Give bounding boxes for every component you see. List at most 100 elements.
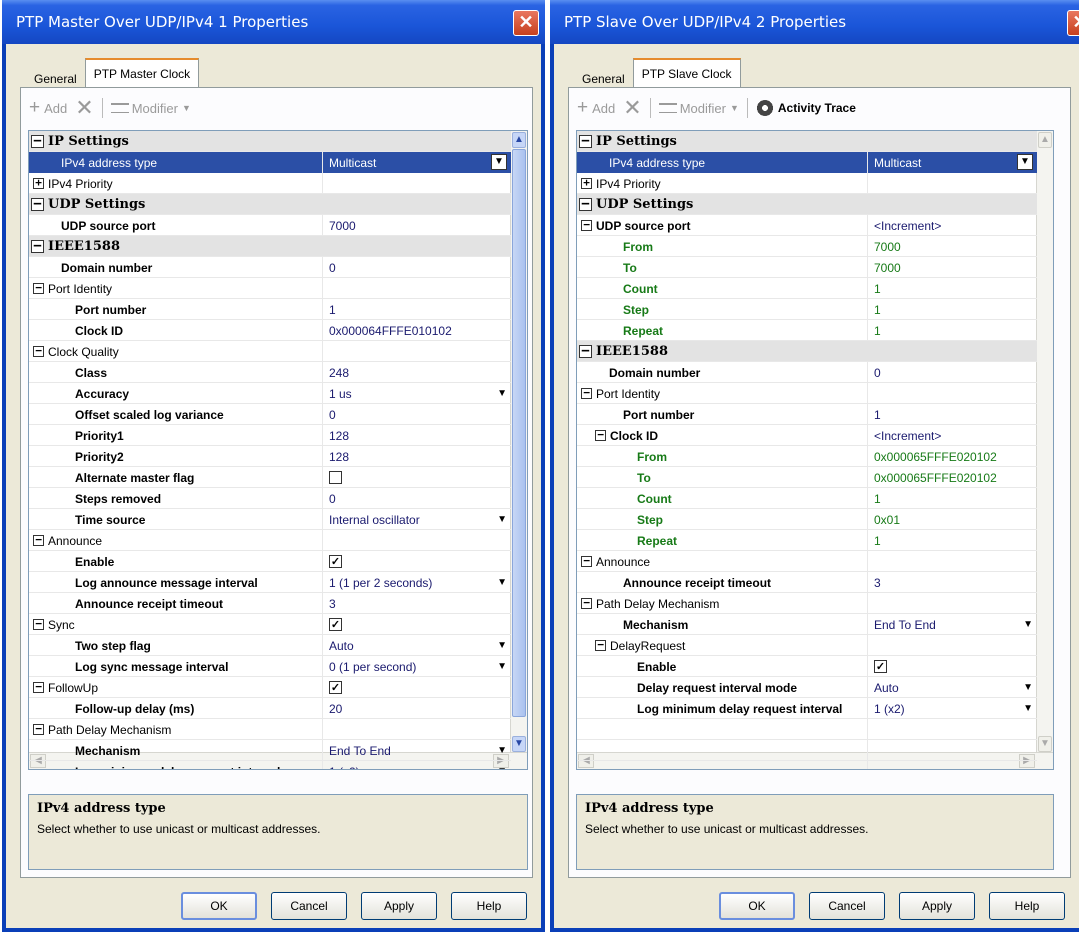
property-row-port-identity[interactable]: − Port Identity <box>577 383 1037 404</box>
property-row-mechanism[interactable]: Mechanism End To End ▼ <box>29 740 511 761</box>
collapse-icon[interactable]: − <box>581 597 592 609</box>
property-row-accuracy[interactable]: Accuracy 1 us ▼ <box>29 383 511 404</box>
add-button[interactable]: + Add <box>577 97 615 119</box>
collapse-icon[interactable]: − <box>581 555 592 567</box>
property-value[interactable]: <Increment> <box>867 425 1037 446</box>
tab-general[interactable]: General <box>26 64 85 88</box>
property-row-to[interactable]: To 0x000065FFFE020102 <box>577 467 1037 488</box>
property-row-ip-settings[interactable]: − IP Settings <box>29 131 511 152</box>
property-value[interactable]: ✓ <box>867 656 1037 677</box>
property-value[interactable]: 1 <box>867 488 1037 509</box>
checkbox-unchecked[interactable] <box>329 471 342 484</box>
property-value[interactable]: 128 <box>322 425 511 446</box>
property-grid[interactable]: ▲ ▼ ◀ ▶ − IP Settings IPv4 address type Mul… <box>576 130 1054 770</box>
property-value[interactable]: 128 <box>322 446 511 467</box>
property-value[interactable]: 0x000064FFFE010102 <box>322 320 511 341</box>
apply-button[interactable]: Apply <box>899 892 975 920</box>
property-value[interactable] <box>867 383 1037 404</box>
property-row-path-delay-mechanism[interactable]: − Path Delay Mechanism <box>577 593 1037 614</box>
help-button[interactable]: Help <box>989 892 1065 920</box>
property-value[interactable]: 1 <box>867 530 1037 551</box>
tab-ptp-slave-clock[interactable]: PTP Slave Clock <box>632 58 741 88</box>
property-row-offset-scaled-log-variance[interactable]: Offset scaled log variance 0 <box>29 404 511 425</box>
property-value[interactable] <box>322 530 511 551</box>
property-row-log-minimum-delay-request-interval[interactable]: Log minimum delay request interval 1 (x2)… <box>29 761 511 769</box>
property-value[interactable] <box>322 341 511 362</box>
property-row-announce-receipt-timeout[interactable]: Announce receipt timeout 3 <box>577 572 1037 593</box>
dropdown-arrow-icon[interactable]: ▼ <box>1023 682 1033 693</box>
property-row-from[interactable]: From 0x000065FFFE020102 <box>577 446 1037 467</box>
property-row-ipv4-priority[interactable]: + IPv4 Priority <box>29 173 511 194</box>
property-value[interactable]: 1 <box>322 299 511 320</box>
property-row-priority1[interactable]: Priority1 128 <box>29 425 511 446</box>
property-value[interactable] <box>867 593 1037 614</box>
collapse-icon[interactable]: − <box>33 282 44 294</box>
property-row-step[interactable]: Step 0x01 <box>577 509 1037 530</box>
property-value[interactable]: 1 (x2) ▼ <box>322 761 511 769</box>
property-row-udp-settings[interactable]: − UDP Settings <box>29 194 511 215</box>
dropdown-arrow-icon[interactable]: ▼ <box>497 661 507 672</box>
property-row-time-source[interactable]: Time source Internal oscillator ▼ <box>29 509 511 530</box>
property-row-mechanism[interactable]: Mechanism End To End ▼ <box>577 614 1037 635</box>
property-row-ip-settings[interactable]: − IP Settings <box>577 131 1037 152</box>
scroll-thumb[interactable] <box>512 149 526 717</box>
property-value[interactable]: 0x01 <box>867 509 1037 530</box>
dropdown-arrow-icon[interactable]: ▼ <box>1023 703 1033 714</box>
vertical-scrollbar[interactable]: ▲ ▼ <box>510 131 527 769</box>
activity-trace-button[interactable]: Activity Trace <box>755 100 856 116</box>
dropdown-arrow-icon[interactable]: ▼ <box>497 577 507 588</box>
property-row-ieee1588[interactable]: − IEEE1588 <box>29 236 511 257</box>
property-value[interactable]: 1 (x2) ▼ <box>867 698 1037 719</box>
property-value[interactable]: Multicast ▼ <box>867 152 1037 173</box>
property-value[interactable]: 1 <box>867 320 1037 341</box>
collapse-icon[interactable]: − <box>595 639 606 651</box>
property-row-sync[interactable]: − Sync ✓ <box>29 614 511 635</box>
property-row-path-delay-mechanism[interactable]: − Path Delay Mechanism <box>29 719 511 740</box>
dropdown-arrow-icon[interactable]: ▼ <box>497 388 507 399</box>
property-value[interactable]: ✓ <box>322 677 511 698</box>
property-value[interactable] <box>867 635 1037 656</box>
close-icon[interactable]: ✕ <box>513 10 539 36</box>
dropdown-arrow-icon[interactable]: ▼ <box>1023 619 1033 630</box>
property-row-port-identity[interactable]: − Port Identity <box>29 278 511 299</box>
property-value[interactable]: <Increment> <box>867 215 1037 236</box>
collapse-icon[interactable]: − <box>33 534 44 546</box>
dropdown-arrow-icon[interactable]: ▼ <box>497 640 507 651</box>
property-row-count[interactable]: Count 1 <box>577 278 1037 299</box>
property-row-port-number[interactable]: Port number 1 <box>577 404 1037 425</box>
expand-icon[interactable]: + <box>33 177 44 189</box>
dropdown-arrow-icon[interactable]: ▼ <box>1017 154 1033 170</box>
empty-row[interactable] <box>577 719 1037 740</box>
property-value[interactable]: 1 (1 per 2 seconds) ▼ <box>322 572 511 593</box>
property-value[interactable]: ✓ <box>322 551 511 572</box>
vertical-scrollbar[interactable]: ▲ ▼ <box>1036 131 1053 769</box>
property-value[interactable] <box>322 719 511 740</box>
scroll-up-icon[interactable]: ▲ <box>1038 132 1052 148</box>
delete-button[interactable]: ✕ <box>623 95 641 121</box>
property-value[interactable]: 1 <box>867 404 1037 425</box>
property-row-domain-number[interactable]: Domain number 0 <box>577 362 1037 383</box>
property-value[interactable] <box>322 278 511 299</box>
property-value[interactable]: 7000 <box>322 215 511 236</box>
cancel-button[interactable]: Cancel <box>271 892 347 920</box>
property-row-domain-number[interactable]: Domain number 0 <box>29 257 511 278</box>
tab-ptp-master-clock[interactable]: PTP Master Clock <box>84 58 200 88</box>
scroll-down-icon[interactable]: ▼ <box>1038 736 1052 752</box>
property-value[interactable]: 0x000065FFFE020102 <box>867 467 1037 488</box>
property-value[interactable]: 0 (1 per second) ▼ <box>322 656 511 677</box>
property-row-count[interactable]: Count 1 <box>577 488 1037 509</box>
property-row-announce-receipt-timeout[interactable]: Announce receipt timeout 3 <box>29 593 511 614</box>
property-row-steps-removed[interactable]: Steps removed 0 <box>29 488 511 509</box>
cancel-button[interactable]: Cancel <box>809 892 885 920</box>
property-value[interactable] <box>867 551 1037 572</box>
property-row-followup[interactable]: − FollowUp ✓ <box>29 677 511 698</box>
property-row-udp-source-port[interactable]: UDP source port 7000 <box>29 215 511 236</box>
empty-row[interactable] <box>577 740 1037 761</box>
property-value[interactable] <box>322 173 511 194</box>
property-value[interactable]: Internal oscillator ▼ <box>322 509 511 530</box>
scroll-up-icon[interactable]: ▲ <box>512 132 526 148</box>
property-row-clock-id[interactable]: − Clock ID <Increment> <box>577 425 1037 446</box>
collapse-icon[interactable]: − <box>33 681 44 693</box>
property-row-repeat[interactable]: Repeat 1 <box>577 320 1037 341</box>
property-value[interactable]: 0 <box>322 257 511 278</box>
